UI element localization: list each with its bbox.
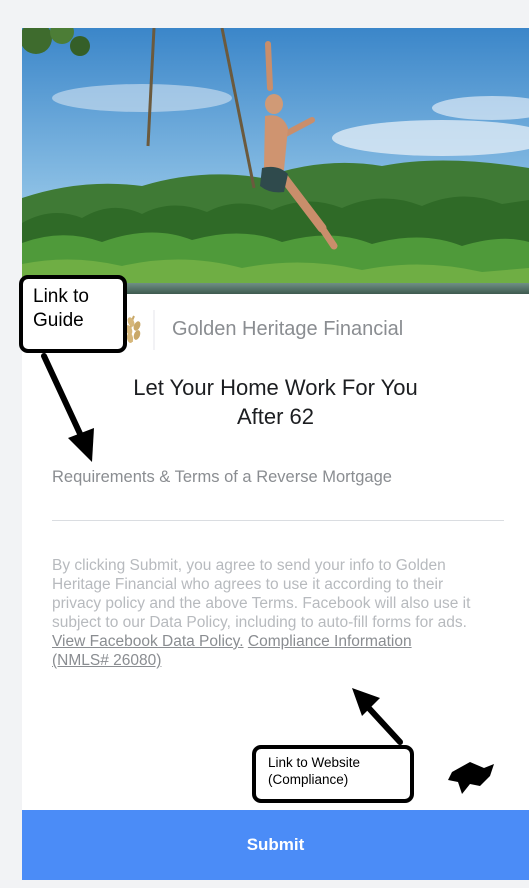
guide-link[interactable]: Requirements & Terms of a Reverse Mortga… bbox=[52, 468, 392, 487]
headline-line-1: Let Your Home Work For You bbox=[133, 375, 418, 400]
guide-callout: Link to Guide bbox=[19, 275, 127, 353]
disclaimer-text: By clicking Submit, you agree to send yo… bbox=[52, 557, 471, 631]
disclaimer: By clicking Submit, you agree to send yo… bbox=[52, 556, 472, 670]
brand-name: Golden Heritage Financial bbox=[172, 318, 404, 340]
headline-line-2: After 62 bbox=[236, 404, 315, 429]
submit-button[interactable]: Submit bbox=[22, 810, 529, 880]
website-callout: Link to Website (Compliance) bbox=[252, 745, 414, 803]
guide-callout-line-1: Link to bbox=[33, 286, 89, 307]
hero-image bbox=[22, 28, 529, 294]
website-callout-line-2: (Compliance) bbox=[268, 772, 349, 787]
guide-callout-line-2: Guide bbox=[33, 310, 84, 331]
headline: Let Your Home Work For You After 62 bbox=[22, 373, 529, 431]
data-policy-link[interactable]: View Facebook Data Policy. bbox=[52, 633, 244, 650]
divider bbox=[52, 520, 504, 521]
website-callout-line-1: Link to Website bbox=[268, 755, 361, 770]
